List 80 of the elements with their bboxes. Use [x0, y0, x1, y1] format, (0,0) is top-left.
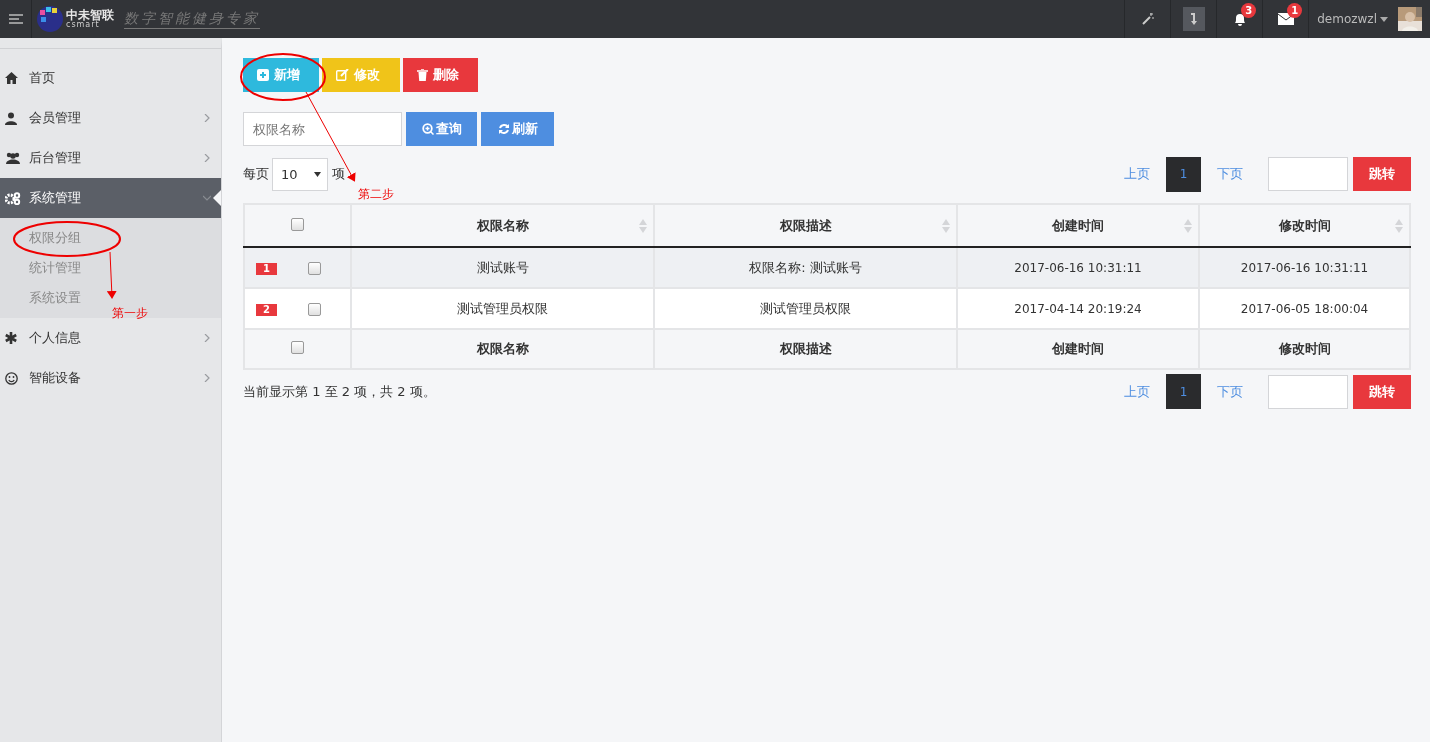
- refresh-icon: [497, 123, 510, 135]
- sidebar-item[interactable]: 首页: [0, 58, 221, 98]
- submenu-item[interactable]: 统计管理: [0, 253, 81, 283]
- table-header-cell[interactable]: 修改时间: [1199, 204, 1410, 247]
- refresh-button[interactable]: 刷新: [481, 112, 554, 146]
- chevron-icon: [203, 154, 211, 162]
- logo-slogan: 数字智能健身专家: [124, 9, 260, 29]
- sidebar-item[interactable]: 后台管理: [0, 138, 221, 178]
- table-cell: 2017-06-05 18:00:04: [1199, 288, 1410, 329]
- active-pointer: [213, 190, 221, 206]
- table-cell: 2017-04-14 20:19:24: [957, 288, 1199, 329]
- row-number-badge: 2: [256, 303, 277, 316]
- magic-wand-icon[interactable]: [1140, 12, 1155, 26]
- notification-badge: 3: [1241, 3, 1257, 18]
- page-size-select[interactable]: 10: [272, 157, 328, 191]
- page-size-label: 每页: [243, 165, 269, 183]
- query-button[interactable]: 查询: [406, 112, 477, 146]
- logo-icon: [36, 4, 64, 34]
- table-footer-cell: 创建时间: [957, 329, 1199, 369]
- envelope-icon[interactable]: [1277, 13, 1294, 25]
- annotation-arrow: [106, 251, 117, 299]
- table-header-cell[interactable]: 权限描述: [654, 204, 957, 247]
- logo-subtitle: csmart: [66, 21, 100, 29]
- table-cell: 测试管理员权限: [654, 288, 957, 329]
- table-cell: 2017-06-16 10:31:11: [1199, 247, 1410, 288]
- page-size-suffix: 项: [332, 165, 345, 183]
- previous-page-link[interactable]: 上页: [1124, 382, 1150, 401]
- table-header-cell[interactable]: 权限名称: [351, 204, 654, 247]
- next-page-link[interactable]: 下页: [1217, 382, 1243, 401]
- smiley-icon: [5, 371, 18, 385]
- trash-icon: [417, 69, 428, 81]
- add-button[interactable]: 新增: [243, 58, 319, 92]
- checkbox[interactable]: [308, 262, 322, 275]
- sidebar-item[interactable]: 会员管理: [0, 98, 221, 138]
- users-icon: [5, 152, 21, 164]
- user-menu[interactable]: demozwzl: [1317, 12, 1377, 26]
- delete-button[interactable]: 删除: [403, 58, 478, 92]
- jump-button[interactable]: 跳转: [1353, 157, 1411, 191]
- page-input[interactable]: [1268, 374, 1348, 409]
- sidebar-item[interactable]: 系统管理: [0, 178, 221, 218]
- message-badge: 1: [1287, 3, 1303, 18]
- table-cell: 权限名称: 测试账号: [654, 247, 957, 288]
- sidebar-item[interactable]: 智能设备: [0, 358, 221, 398]
- row-number-badge: 1: [256, 262, 277, 275]
- submenu-item[interactable]: 权限分组: [0, 223, 81, 253]
- plus-icon: [257, 69, 269, 81]
- submenu-item[interactable]: 系统设置: [0, 283, 81, 313]
- next-page-link[interactable]: 下页: [1217, 165, 1243, 183]
- download-icon[interactable]: [1182, 7, 1205, 31]
- caret-icon: [314, 171, 321, 177]
- logo-name: 中未智联: [66, 9, 114, 21]
- chevron-icon: [203, 194, 211, 202]
- summary-text: 当前显示第 1 至 2 项，共 2 项。: [243, 382, 436, 401]
- chevron-icon: [203, 374, 211, 382]
- table-footer-cell: 权限名称: [351, 329, 654, 369]
- checkbox[interactable]: [291, 341, 304, 354]
- table-footer-cell: 修改时间: [1199, 329, 1410, 369]
- jump-button[interactable]: 跳转: [1353, 374, 1411, 409]
- table-header-cell[interactable]: 创建时间: [957, 204, 1199, 247]
- chevron-icon: [203, 114, 211, 122]
- page-number[interactable]: 1: [1166, 374, 1201, 409]
- chevron-icon: [203, 334, 211, 342]
- home-icon: [5, 72, 18, 84]
- caret-icon: [1380, 16, 1388, 22]
- checkbox[interactable]: [291, 217, 304, 231]
- gears-icon: [5, 191, 21, 205]
- annotation-label: 第二步: [358, 186, 394, 203]
- previous-page-link[interactable]: 上页: [1124, 165, 1150, 183]
- page-input[interactable]: [1268, 157, 1348, 191]
- edit-icon: [336, 69, 349, 81]
- search-icon: [421, 123, 434, 135]
- asterisk-icon: [5, 332, 17, 344]
- table-footer-cell: 权限描述: [654, 329, 957, 369]
- table-cell: 测试账号: [351, 247, 654, 288]
- page-number[interactable]: 1: [1166, 156, 1201, 192]
- search-field[interactable]: 权限名称: [243, 112, 402, 146]
- table-cell: 测试管理员权限: [351, 288, 654, 329]
- table-cell: 2017-06-16 10:31:11: [957, 247, 1199, 288]
- checkbox[interactable]: [308, 303, 322, 316]
- user-icon: [5, 111, 17, 125]
